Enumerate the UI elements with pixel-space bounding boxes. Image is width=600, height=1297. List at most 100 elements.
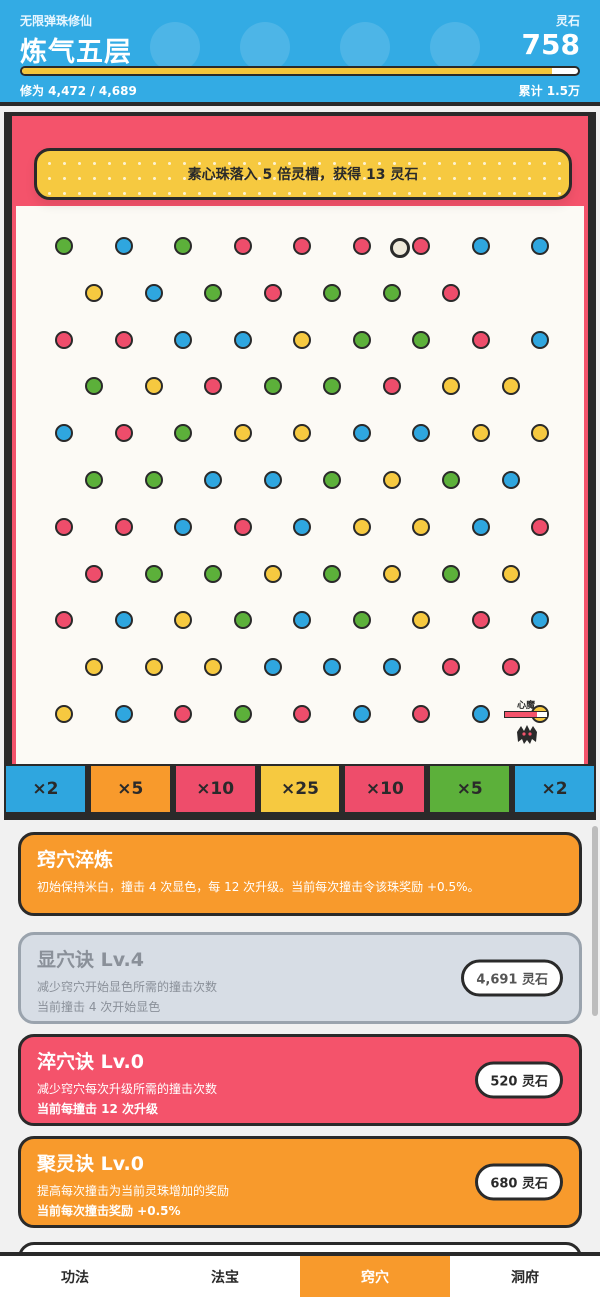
peg: [144, 658, 163, 677]
peg: [352, 424, 371, 443]
peg: [174, 517, 192, 536]
peg: [323, 564, 341, 583]
peg: [204, 283, 222, 302]
peg: [531, 424, 549, 443]
peg: [382, 377, 401, 396]
peg: [55, 424, 73, 443]
cultivation-progress-bar: [20, 66, 580, 76]
nav-tab-dongfu[interactable]: 洞府: [450, 1256, 600, 1297]
peg: [174, 237, 192, 255]
total-earned-text: 累计 1.5万: [518, 84, 580, 98]
upgrade-card-temper[interactable]: 淬穴诀 Lv.0 减少窍穴每次升级所需的撞击次数 当前每撞击 12 次升级 52…: [18, 1034, 582, 1126]
peg: [352, 330, 371, 349]
peg: [174, 330, 192, 349]
peg: [204, 658, 222, 677]
pachinko-board[interactable]: 素心珠落入 5 倍灵槽，获得 13 灵石 心魔: [12, 116, 588, 764]
nav-tab-qiaoxue[interactable]: 窍穴: [300, 1256, 450, 1297]
peg: [114, 517, 133, 536]
peg: [55, 237, 73, 255]
peg: [442, 658, 460, 677]
peg: [114, 424, 133, 443]
peg: [293, 330, 311, 349]
peg: [412, 330, 430, 349]
spirit-stone-label: 灵石: [555, 14, 580, 28]
upgrade-card-gather[interactable]: 聚灵诀 Lv.0 提高每次撞击为当前灵珠增加的奖励 当前每次撞击奖励 +0.5%…: [18, 1136, 582, 1228]
peg: [174, 611, 192, 630]
upgrade-list[interactable]: 窍穴淬炼 初始保持米白，撞击 4 次显色，每 12 次升级。当前每次撞击令该珠奖…: [0, 822, 600, 1252]
peg: [204, 564, 222, 583]
peg: [471, 517, 490, 536]
peg: [85, 564, 103, 583]
upgrade-cost-button[interactable]: 680 灵石: [475, 1163, 563, 1201]
peg: [352, 237, 371, 255]
peg: [114, 611, 133, 630]
peg: [144, 471, 163, 489]
upgrade-card-reveal[interactable]: 显穴诀 Lv.4 减少窍穴开始显色所需的撞击次数 当前撞击 4 次开始显色 4,…: [18, 932, 582, 1024]
peg: [293, 237, 311, 255]
cultivation-progress-text: 修为 4,472 / 4,689: [20, 84, 137, 98]
multiplier-slot: ×10: [173, 764, 257, 814]
upgrade-list-scrollbar[interactable]: [592, 826, 598, 1016]
peg: [263, 658, 282, 677]
bottom-nav: 功法 法宝 窍穴 洞府: [0, 1252, 600, 1297]
peg: [233, 517, 252, 536]
upgrade-card-next-partial[interactable]: [18, 1242, 582, 1252]
nav-tab-fabao[interactable]: 法宝: [150, 1256, 300, 1297]
upgrade-current: 当前每次撞击奖励 +0.5%: [37, 1204, 181, 1218]
nav-tab-gongfa[interactable]: 功法: [0, 1256, 150, 1297]
multiplier-slots: ×2 ×5 ×10 ×25 ×10 ×5 ×2: [4, 764, 597, 814]
peg: [55, 611, 73, 630]
intro-desc: 初始保持米白，撞击 4 次显色，每 12 次升级。当前每次撞击令该珠奖励 +0.…: [37, 880, 480, 894]
peg: [471, 330, 490, 349]
spirit-stone-count: 758: [521, 28, 580, 61]
peg: [323, 377, 341, 396]
peg: [471, 424, 490, 443]
decor-bubble: [430, 22, 480, 72]
peg: [323, 471, 341, 489]
peg: [412, 424, 430, 443]
intro-title: 窍穴淬炼: [37, 849, 114, 871]
peg: [144, 564, 163, 583]
peg: [204, 471, 222, 489]
peg: [85, 283, 103, 302]
peg: [382, 658, 401, 677]
peg: [233, 705, 252, 723]
reward-banner: 素心珠落入 5 倍灵槽，获得 13 灵石: [34, 148, 572, 200]
peg: [352, 705, 371, 723]
peg: [293, 705, 311, 723]
peg: [501, 471, 520, 489]
spirit-ball: [390, 238, 410, 258]
peg: [412, 237, 430, 255]
cultivation-progress-fill: [22, 68, 553, 74]
peg: [263, 283, 282, 302]
multiplier-slot: ×2: [513, 764, 597, 814]
pachinko-board-frame: 素心珠落入 5 倍灵槽，获得 13 灵石 心魔: [4, 112, 596, 820]
peg: [174, 424, 192, 443]
decor-bubble: [240, 22, 290, 72]
upgrade-cost-button[interactable]: 520 灵石: [475, 1061, 563, 1099]
peg: [55, 517, 73, 536]
peg: [442, 471, 460, 489]
multiplier-slot: ×5: [88, 764, 172, 814]
peg: [501, 658, 520, 677]
peg: [442, 283, 460, 302]
peg: [531, 237, 549, 255]
heart-demon-hp-fill: [505, 712, 537, 717]
peg: [114, 237, 133, 255]
peg: [352, 517, 371, 536]
heart-demon[interactable]: 心魔: [500, 698, 552, 748]
peg: [471, 237, 490, 255]
peg: [114, 705, 133, 723]
peg: [85, 377, 103, 396]
peg: [263, 471, 282, 489]
realm-title: 炼气五层: [20, 37, 132, 68]
multiplier-slot: ×10: [343, 764, 427, 814]
peg: [204, 377, 222, 396]
peg: [412, 517, 430, 536]
peg: [442, 564, 460, 583]
top-status-bar: 无限弹珠修仙 炼气五层 灵石 758 修为 4,472 / 4,689 累计 1…: [0, 0, 600, 106]
upgrade-cost-button[interactable]: 4,691 灵石: [461, 959, 563, 997]
peg: [382, 471, 401, 489]
peg: [352, 611, 371, 630]
peg: [144, 283, 163, 302]
